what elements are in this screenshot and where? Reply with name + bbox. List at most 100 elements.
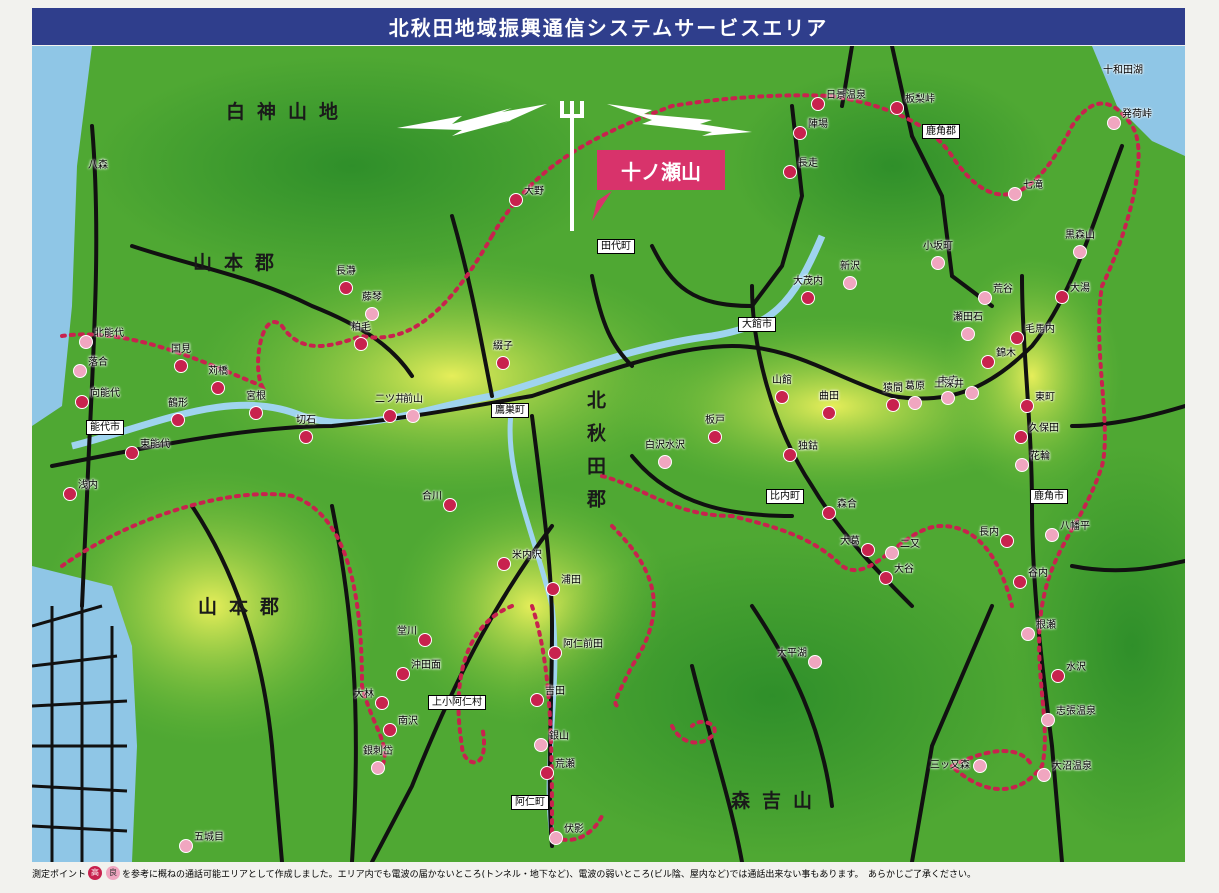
point-label: 根瀬 bbox=[1036, 620, 1056, 631]
legend-good-marker: 良 bbox=[106, 866, 121, 880]
measurement-point-high bbox=[775, 390, 789, 404]
measurement-point-good bbox=[371, 761, 385, 775]
measurement-point-good bbox=[931, 256, 945, 270]
point-label: 久保田 bbox=[1029, 423, 1059, 434]
measurement-point-high bbox=[801, 291, 815, 305]
point-label: 沖田面 bbox=[411, 660, 441, 671]
measurement-point-good bbox=[365, 307, 379, 321]
municipality-takanosu: 鷹巣町 bbox=[491, 403, 529, 418]
municipality-ani: 阿仁町 bbox=[511, 795, 549, 810]
measurement-point-high bbox=[443, 498, 457, 512]
measurement-point-high bbox=[981, 355, 995, 369]
point-label: 大林 bbox=[354, 689, 374, 700]
point-label: 藤琴 bbox=[362, 292, 382, 303]
measurement-point-high bbox=[548, 646, 562, 660]
measurement-point-high bbox=[1051, 669, 1065, 683]
point-label: 銀山 bbox=[549, 731, 569, 742]
measurement-point-good bbox=[885, 546, 899, 560]
measurement-point-high bbox=[509, 193, 523, 207]
point-label: 大谷 bbox=[894, 564, 914, 575]
measurement-point-good bbox=[1041, 713, 1055, 727]
municipality-tashiro: 田代町 bbox=[597, 239, 635, 254]
measurement-point-good bbox=[908, 396, 922, 410]
measurement-point-high bbox=[171, 413, 185, 427]
point-label: 二ツ井 bbox=[375, 394, 405, 405]
mountain-patch bbox=[92, 56, 612, 276]
measurement-point-high bbox=[418, 633, 432, 647]
measurement-point-high bbox=[497, 557, 511, 571]
point-label: 荒瀬 bbox=[555, 759, 575, 770]
map-title: 北秋田地域振興通信システムサービスエリア bbox=[32, 8, 1185, 45]
measurement-point-high bbox=[822, 506, 836, 520]
measurement-point-high bbox=[1014, 430, 1028, 444]
measurement-point-high bbox=[793, 126, 807, 140]
measurement-point-high bbox=[1020, 399, 1034, 413]
point-label: 鶴形 bbox=[168, 398, 188, 409]
region-kitaakita: 北秋田郡 bbox=[584, 390, 606, 522]
municipality-odate: 大館市 bbox=[738, 317, 776, 332]
point-label: 東能代 bbox=[140, 439, 170, 450]
measurement-point-high bbox=[354, 337, 368, 351]
measurement-point-good bbox=[1037, 768, 1051, 782]
measurement-point-good bbox=[941, 391, 955, 405]
point-label: 板戸 bbox=[705, 415, 725, 426]
transmitter-label: 十ノ瀬山 bbox=[597, 150, 725, 190]
point-label: 銀刺岱 bbox=[363, 746, 393, 757]
point-label: 大平湖 bbox=[777, 648, 807, 659]
point-label: 八幡平 bbox=[1060, 521, 1090, 532]
point-label: 水沢 bbox=[1066, 662, 1086, 673]
measurement-point-high bbox=[822, 406, 836, 420]
measurement-point-high bbox=[783, 165, 797, 179]
point-label: 向能代 bbox=[90, 388, 120, 399]
point-label: 板梨峠 bbox=[905, 94, 935, 105]
point-label: 葛原 bbox=[905, 381, 925, 392]
point-label: 長走 bbox=[798, 158, 818, 169]
point-label: 曲田 bbox=[819, 391, 839, 402]
measurement-point-good bbox=[549, 831, 563, 845]
measurement-point-high bbox=[75, 395, 89, 409]
measurement-point-high bbox=[63, 487, 77, 501]
measurement-point-high bbox=[1000, 534, 1014, 548]
municipality-kamikoani: 上小阿仁村 bbox=[428, 695, 486, 710]
measurement-point-high bbox=[299, 430, 313, 444]
point-label: 綴子 bbox=[493, 341, 513, 352]
measurement-point-high bbox=[375, 696, 389, 710]
measurement-point-good bbox=[973, 759, 987, 773]
measurement-point-high bbox=[540, 766, 554, 780]
measurement-point-high bbox=[174, 359, 188, 373]
point-label: 新沢 bbox=[840, 261, 860, 272]
point-label: 錦木 bbox=[996, 348, 1016, 359]
municipality-noshiro: 能代市 bbox=[86, 420, 124, 435]
measurement-point-high bbox=[890, 101, 904, 115]
place-towadako: 十和田湖 bbox=[1103, 65, 1143, 76]
point-label: 土深井 bbox=[934, 379, 964, 390]
point-label: 谷内 bbox=[1028, 568, 1048, 579]
measurement-point-good bbox=[179, 839, 193, 853]
point-label: 三ッ又森 bbox=[930, 760, 970, 771]
point-label: 日景温泉 bbox=[826, 90, 866, 101]
measurement-point-high bbox=[530, 693, 544, 707]
measurement-point-high bbox=[339, 281, 353, 295]
measurement-point-good bbox=[1045, 528, 1059, 542]
municipality-kazuno-shi: 鹿角市 bbox=[1030, 489, 1068, 504]
region-yamamoto-south: 山本郡 bbox=[198, 596, 292, 618]
point-label: 落合 bbox=[88, 357, 108, 368]
point-label: 吉田 bbox=[545, 686, 565, 697]
measurement-point-good bbox=[961, 327, 975, 341]
measurement-point-high bbox=[249, 406, 263, 420]
point-label: 前山 bbox=[403, 394, 423, 405]
legend-high-marker: 高 bbox=[88, 866, 103, 880]
measurement-point-good bbox=[978, 291, 992, 305]
point-label: 発荷峠 bbox=[1122, 109, 1152, 120]
point-label: 堂川 bbox=[397, 626, 417, 637]
point-label: 合川 bbox=[422, 491, 442, 502]
measurement-point-high bbox=[396, 667, 410, 681]
point-label: 北能代 bbox=[94, 328, 124, 339]
region-moriyoshi: 森吉山 bbox=[731, 790, 825, 812]
measurement-point-high bbox=[783, 448, 797, 462]
measurement-point-high bbox=[211, 381, 225, 395]
region-yamamoto-north: 山本郡 bbox=[193, 252, 287, 274]
point-label: 宮根 bbox=[246, 391, 266, 402]
measurement-point-high bbox=[879, 571, 893, 585]
point-label: 南沢 bbox=[398, 716, 418, 727]
